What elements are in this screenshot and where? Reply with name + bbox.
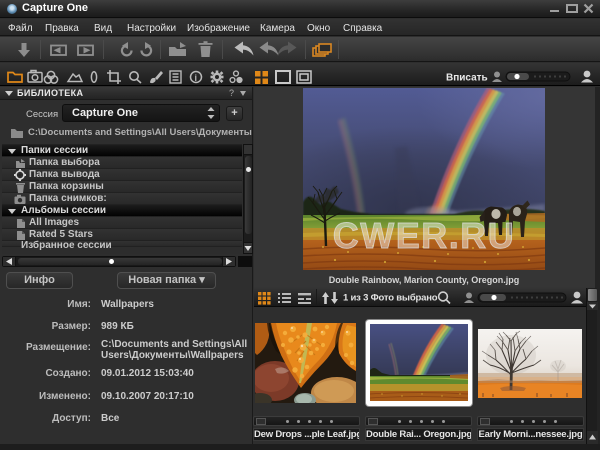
svg-text:Вписать: Вписать (446, 73, 488, 84)
svg-text:i: i (195, 73, 198, 83)
svg-text:CWER.RU: CWER.RU (333, 215, 515, 256)
svg-text:1 из 3 Фото выбрано: 1 из 3 Фото выбрано (343, 293, 438, 304)
